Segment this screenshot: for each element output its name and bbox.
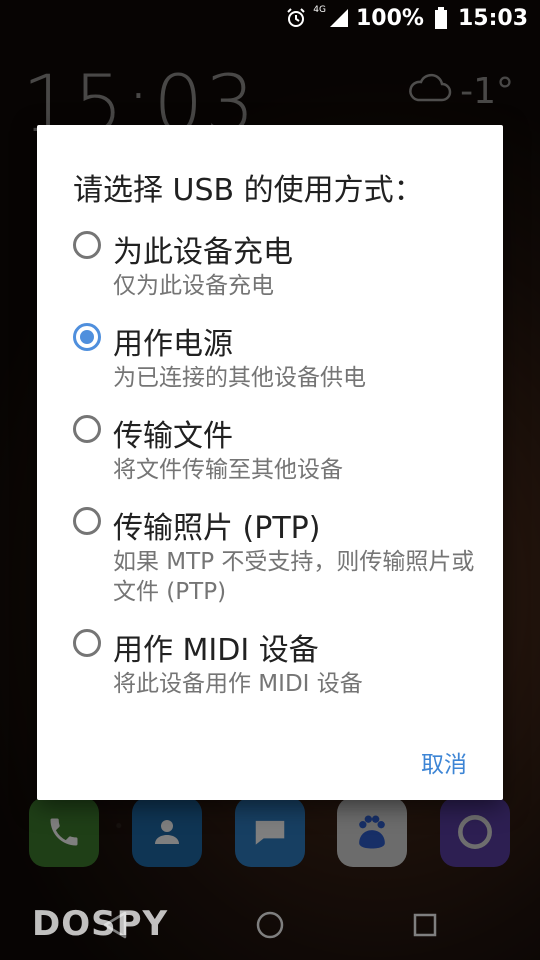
option-charge-device[interactable]: 为此设备充电 仅为此设备充电 <box>73 227 493 307</box>
option-midi-device[interactable]: 用作 MIDI 设备 将此设备用作 MIDI 设备 <box>73 625 493 705</box>
dialog-title: 请选择 USB 的使用方式： <box>73 173 424 208</box>
option-title: 用作电源 <box>113 327 233 362</box>
radio-button[interactable] <box>73 507 101 535</box>
option-description: 将此设备用作 MIDI 设备 <box>113 671 363 697</box>
status-time: 15:03 <box>457 5 528 31</box>
radio-button-checked[interactable] <box>73 323 101 351</box>
option-power-source[interactable]: 用作电源 为已连接的其他设备供电 <box>73 319 493 399</box>
network-type-label: 4G <box>313 5 326 15</box>
option-transfer-photos-ptp[interactable]: 传输照片 (PTP) 如果 MTP 不受支持，则传输照片或文件 (PTP) <box>73 503 493 613</box>
battery-icon <box>430 7 452 29</box>
status-bar: 4G 100% 15:03 <box>0 0 540 36</box>
alarm-icon <box>285 7 307 29</box>
option-title: 用作 MIDI 设备 <box>113 633 319 668</box>
cancel-button[interactable]: 取消 <box>421 745 467 779</box>
radio-button[interactable] <box>73 415 101 443</box>
option-description: 如果 MTP 不受支持，则传输照片或文件 (PTP) <box>113 549 475 605</box>
usb-mode-dialog: 请选择 USB 的使用方式： 为此设备充电 仅为此设备充电 用作电源 为已连接的… <box>37 125 503 800</box>
option-transfer-files[interactable]: 传输文件 将文件传输至其他设备 <box>73 411 493 491</box>
radio-button[interactable] <box>73 629 101 657</box>
watermark-logo: DOSPY <box>32 904 169 944</box>
option-title: 为此设备充电 <box>113 235 293 270</box>
option-title: 传输照片 (PTP) <box>113 511 321 546</box>
battery-percent: 100% <box>356 5 424 31</box>
option-description: 将文件传输至其他设备 <box>113 457 343 483</box>
option-title: 传输文件 <box>113 419 233 454</box>
option-description: 仅为此设备充电 <box>113 273 274 299</box>
option-description: 为已连接的其他设备供电 <box>113 365 366 391</box>
signal-icon <box>328 7 350 29</box>
radio-button[interactable] <box>73 231 101 259</box>
